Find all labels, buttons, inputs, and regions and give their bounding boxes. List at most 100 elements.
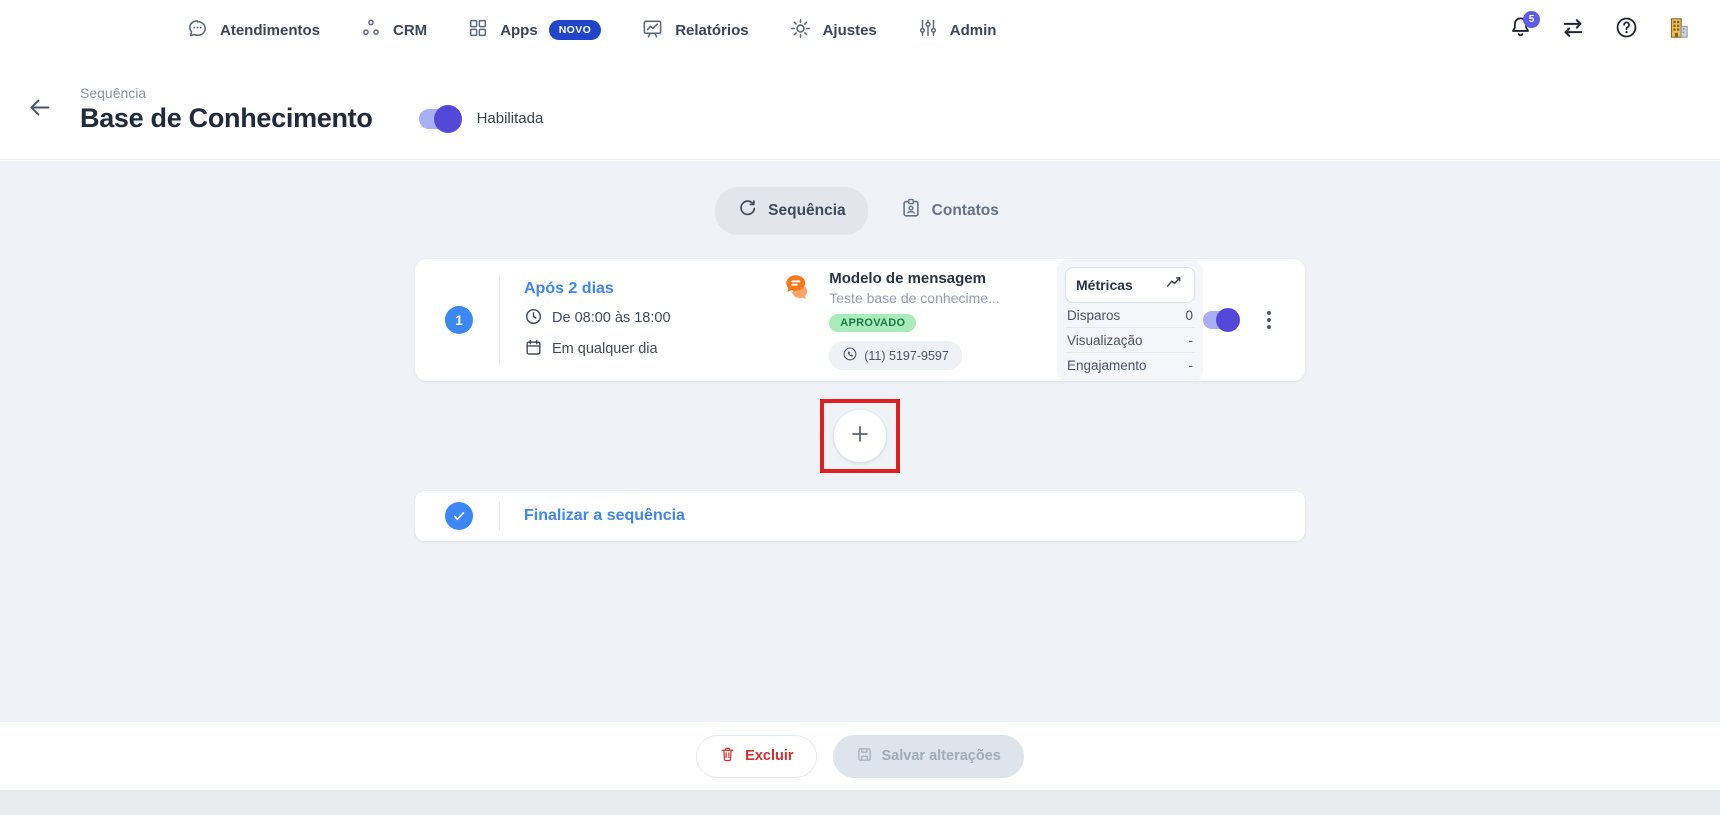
swap-arrows-icon	[1560, 15, 1586, 46]
org-nodes-icon	[360, 17, 382, 43]
divider	[499, 274, 500, 366]
building-icon	[1666, 15, 1692, 46]
metrics-box: Métricas Disparos 0 Visualização - Engaj…	[1057, 260, 1203, 381]
delete-label: Excluir	[745, 748, 793, 764]
calendar-icon	[524, 338, 543, 361]
sliders-icon	[917, 17, 939, 43]
tab-label: Sequência	[768, 202, 846, 220]
step-number-badge: 1	[445, 306, 473, 334]
switch-account-button[interactable]	[1560, 17, 1586, 43]
time-range-text: De 08:00 às 18:00	[552, 310, 671, 326]
metric-row-engajamento: Engajamento -	[1065, 353, 1195, 377]
whatsapp-icon	[842, 346, 858, 365]
metric-label: Disparos	[1067, 308, 1120, 323]
metric-value: -	[1189, 333, 1194, 348]
nav-label: Atendimentos	[220, 22, 320, 39]
title-block: Sequência Base de Conhecimento	[80, 85, 373, 134]
metric-value: 0	[1185, 308, 1193, 323]
report-board-icon	[641, 17, 664, 44]
add-step-button[interactable]	[834, 410, 886, 462]
content-area: Sequência Contatos 1 Após 2 dias De 08:0…	[0, 161, 1720, 722]
days-text: Em qualquer dia	[552, 341, 658, 357]
page-title: Base de Conhecimento	[80, 103, 373, 134]
trend-line-icon	[1165, 273, 1184, 297]
message-model-name: Teste base de conhecime...	[829, 290, 999, 306]
novo-badge: NOVO	[549, 20, 602, 40]
time-range-row: De 08:00 às 18:00	[524, 307, 718, 330]
loop-icon	[737, 198, 758, 224]
organization-avatar[interactable]	[1666, 17, 1692, 43]
nav-label: Apps	[500, 22, 538, 39]
trash-icon	[719, 746, 736, 767]
help-button[interactable]	[1613, 17, 1639, 43]
notifications-button[interactable]: 5	[1507, 17, 1533, 43]
notification-count-badge: 5	[1523, 11, 1540, 28]
top-navigation: Atendimentos CRM Apps NOVO Relatórios Aj…	[0, 0, 1720, 60]
nav-item-crm[interactable]: CRM	[360, 17, 427, 43]
message-column: Modelo de mensagem Teste base de conheci…	[780, 270, 1009, 370]
bottom-strip	[0, 790, 1720, 815]
back-button[interactable]	[24, 95, 54, 125]
step-enabled-toggle[interactable]	[1203, 311, 1237, 329]
message-texts: Modelo de mensagem Teste base de conheci…	[829, 270, 999, 370]
nav-label: CRM	[393, 22, 427, 39]
phone-number: (11) 5197-9597	[864, 349, 949, 363]
nav-item-ajustes[interactable]: Ajustes	[789, 17, 877, 44]
page-header: Sequência Base de Conhecimento Habilitad…	[0, 60, 1720, 160]
nav-items: Atendimentos CRM Apps NOVO Relatórios Aj…	[186, 17, 996, 44]
schedule-column: Após 2 dias De 08:00 às 18:00 Em qualque…	[524, 280, 718, 361]
help-icon	[1614, 15, 1639, 45]
grid-icon	[467, 17, 489, 43]
nav-item-relatorios[interactable]: Relatórios	[641, 17, 748, 44]
save-icon	[856, 746, 873, 767]
footer-bar: Excluir Salvar alterações	[0, 722, 1720, 790]
sequence-step-card: 1 Após 2 dias De 08:00 às 18:00 Em qualq…	[415, 259, 1305, 381]
metric-row-visualizacao: Visualização -	[1065, 328, 1195, 353]
check-icon	[445, 502, 473, 530]
clock-icon	[524, 307, 543, 330]
tab-sequencia[interactable]: Sequência	[715, 187, 868, 235]
chat-icon	[186, 17, 209, 44]
metric-value: -	[1189, 358, 1194, 373]
annotation-highlight-box	[820, 399, 900, 473]
breadcrumb: Sequência	[80, 85, 373, 101]
enabled-label: Habilitada	[477, 110, 544, 127]
metrics-title: Métricas	[1076, 277, 1133, 293]
nav-right-actions: 5	[1507, 0, 1692, 60]
enabled-toggle-wrap: Habilitada	[419, 109, 544, 129]
tabs: Sequência Contatos	[0, 161, 1720, 235]
contact-card-icon	[900, 197, 922, 224]
message-model-title: Modelo de mensagem	[829, 270, 999, 287]
metric-label: Engajamento	[1067, 358, 1147, 373]
nav-label: Relatórios	[675, 22, 748, 39]
nav-label: Admin	[950, 22, 997, 39]
step-menu-button[interactable]	[1263, 307, 1275, 333]
nav-label: Ajustes	[823, 22, 877, 39]
tab-label: Contatos	[932, 202, 999, 220]
save-label: Salvar alterações	[882, 748, 1001, 764]
save-button[interactable]: Salvar alterações	[833, 735, 1024, 778]
finish-sequence-label[interactable]: Finalizar a sequência	[524, 507, 685, 525]
finish-sequence-card[interactable]: Finalizar a sequência	[415, 491, 1305, 541]
days-row: Em qualquer dia	[524, 338, 718, 361]
add-step-area	[0, 399, 1720, 473]
page: Atendimentos CRM Apps NOVO Relatórios Aj…	[0, 0, 1720, 815]
delete-button[interactable]: Excluir	[696, 735, 816, 778]
nav-item-atendimentos[interactable]: Atendimentos	[186, 17, 320, 44]
divider	[499, 502, 500, 530]
gear-icon	[789, 17, 812, 44]
sequence-enabled-toggle[interactable]	[419, 109, 459, 129]
back-arrow-icon	[26, 94, 53, 126]
message-bubbles-icon	[780, 270, 816, 370]
step-delay-link[interactable]: Após 2 dias	[524, 280, 718, 298]
status-badge: APROVADO	[829, 314, 916, 332]
nav-item-apps[interactable]: Apps NOVO	[467, 17, 601, 43]
metric-label: Visualização	[1067, 333, 1143, 348]
nav-item-admin[interactable]: Admin	[917, 17, 997, 43]
metrics-button[interactable]: Métricas	[1065, 267, 1195, 303]
channel-phone-chip: (11) 5197-9597	[829, 341, 962, 370]
step-controls	[1203, 307, 1275, 333]
metric-row-disparos: Disparos 0	[1065, 303, 1195, 328]
plus-icon	[848, 422, 872, 451]
tab-contatos[interactable]: Contatos	[894, 186, 1005, 235]
